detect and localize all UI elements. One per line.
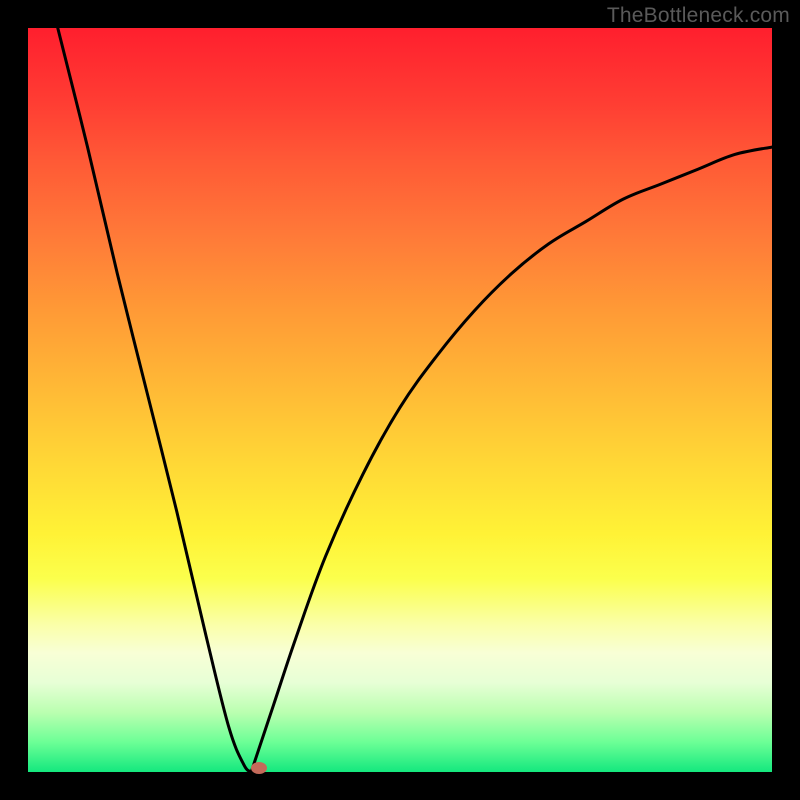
chart-frame: TheBottleneck.com	[0, 0, 800, 800]
curve-left-branch	[58, 28, 251, 772]
minimum-marker	[251, 762, 267, 774]
curve-right-branch	[251, 147, 772, 772]
bottleneck-curve	[28, 28, 772, 772]
watermark-text: TheBottleneck.com	[607, 4, 790, 28]
plot-area	[28, 28, 772, 772]
